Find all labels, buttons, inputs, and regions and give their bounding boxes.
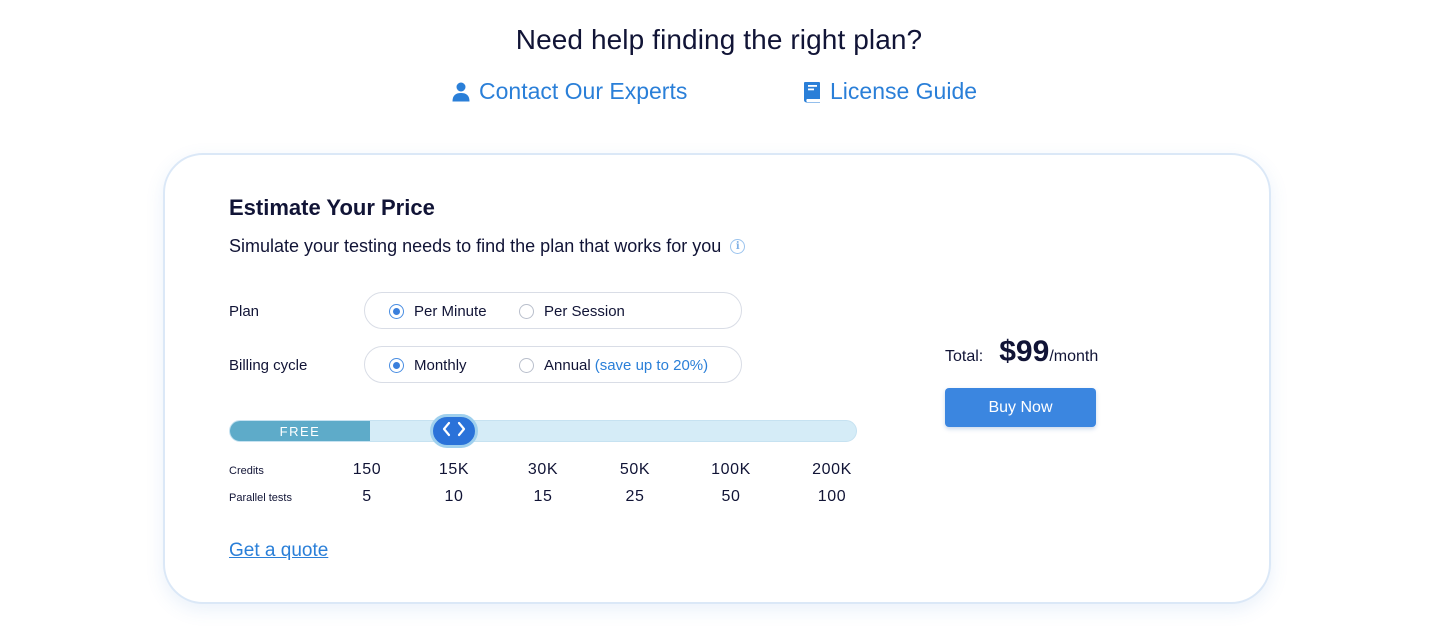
total-label: Total:	[945, 348, 984, 365]
get-a-quote-link[interactable]: Get a quote	[229, 540, 328, 562]
credits-slider-thumb[interactable]	[430, 414, 478, 448]
plan-option-label: Per Session	[544, 303, 625, 320]
radio-unselected-icon	[519, 304, 534, 319]
plan-option-label: Per Minute	[414, 303, 487, 320]
free-segment: FREE	[230, 421, 370, 441]
book-icon	[802, 81, 822, 103]
credits-tick[interactable]: 30K	[528, 461, 558, 479]
license-guide-link[interactable]: License Guide	[802, 78, 977, 105]
parallel-tests-tick: 25	[625, 488, 645, 505]
license-guide-label: License Guide	[830, 78, 978, 104]
billing-option-label: Annual	[544, 357, 591, 374]
annual-save-note: (save up to 20%)	[594, 357, 709, 374]
billing-radio-group: Monthly Annual (save up to 20%)	[364, 346, 742, 383]
info-icon[interactable]: i	[730, 239, 746, 254]
help-title: Need help finding the right plan?	[515, 24, 923, 55]
credits-tick[interactable]: 150	[353, 461, 382, 479]
credits-tick[interactable]: 200K	[812, 461, 852, 479]
help-links: Contact Our Experts License Guide	[0, 78, 1438, 110]
total-period: /month	[1049, 348, 1099, 365]
contact-experts-link[interactable]: Contact Our Experts	[451, 78, 687, 105]
estimator-subtitle-text: Simulate your testing needs to find the …	[229, 236, 722, 256]
parallel-tests-tick: 100	[817, 488, 847, 505]
price-estimator-card: Estimate Your Price Simulate your testin…	[163, 153, 1271, 604]
estimator-title: Estimate Your Price	[229, 195, 435, 220]
buy-now-button[interactable]: Buy Now	[945, 388, 1096, 427]
billing-cycle-label: Billing cycle	[229, 357, 308, 374]
user-icon	[451, 81, 471, 103]
chevron-left-right-icon	[441, 421, 467, 442]
radio-unselected-icon	[519, 358, 534, 373]
credits-row-label: Credits	[229, 465, 264, 477]
total-amount: $99	[999, 335, 1050, 368]
parallel-tests-tick: 10	[444, 488, 464, 505]
parallel-tests-tick: 5	[362, 488, 372, 505]
billing-option-label: Monthly	[414, 357, 467, 374]
estimator-subtitle: Simulate your testing needs to find the …	[229, 236, 746, 257]
plan-label: Plan	[229, 303, 260, 320]
parallel-tests-row-label: Parallel tests	[229, 492, 292, 504]
pricing-page: Need help finding the right plan? Contac…	[0, 0, 1438, 643]
total-price: Total: $99 /month	[945, 335, 1098, 369]
billing-option-monthly[interactable]: Monthly	[389, 347, 467, 384]
plan-option-per-session[interactable]: Per Session	[519, 293, 625, 330]
contact-experts-label: Contact Our Experts	[479, 78, 688, 104]
credits-tick[interactable]: 15K	[439, 461, 469, 479]
parallel-tests-tick: 15	[533, 488, 553, 505]
credits-tick[interactable]: 50K	[620, 461, 650, 479]
billing-option-annual[interactable]: Annual (save up to 20%)	[519, 347, 708, 384]
radio-selected-icon	[389, 358, 404, 373]
plan-radio-group: Per Minute Per Session	[364, 292, 742, 329]
radio-selected-icon	[389, 304, 404, 319]
plan-option-per-minute[interactable]: Per Minute	[389, 293, 487, 330]
credits-tick[interactable]: 100K	[711, 461, 751, 479]
credits-slider-track[interactable]: FREE	[229, 420, 857, 442]
parallel-tests-tick: 50	[721, 488, 741, 505]
